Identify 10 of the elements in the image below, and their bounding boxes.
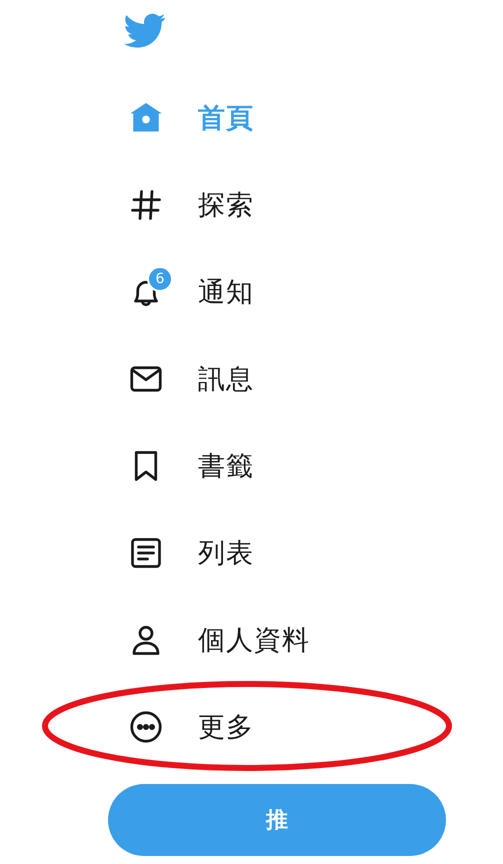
- nav-item[interactable]: 通知: [198, 274, 254, 310]
- nav-item[interactable]: 訊息: [198, 360, 254, 396]
- nav-item[interactable]: 書籤: [198, 448, 254, 484]
- nav-item[interactable]: 個人資料: [198, 622, 310, 658]
- bird-logo-icon[interactable]: [124, 13, 166, 49]
- nav-item[interactable]: 探索: [198, 186, 254, 222]
- notification-badge: 6: [147, 266, 173, 292]
- nav-item[interactable]: 更多: [198, 708, 254, 744]
- nav-item[interactable]: 列表: [198, 534, 254, 570]
- more-icon: [128, 708, 164, 744]
